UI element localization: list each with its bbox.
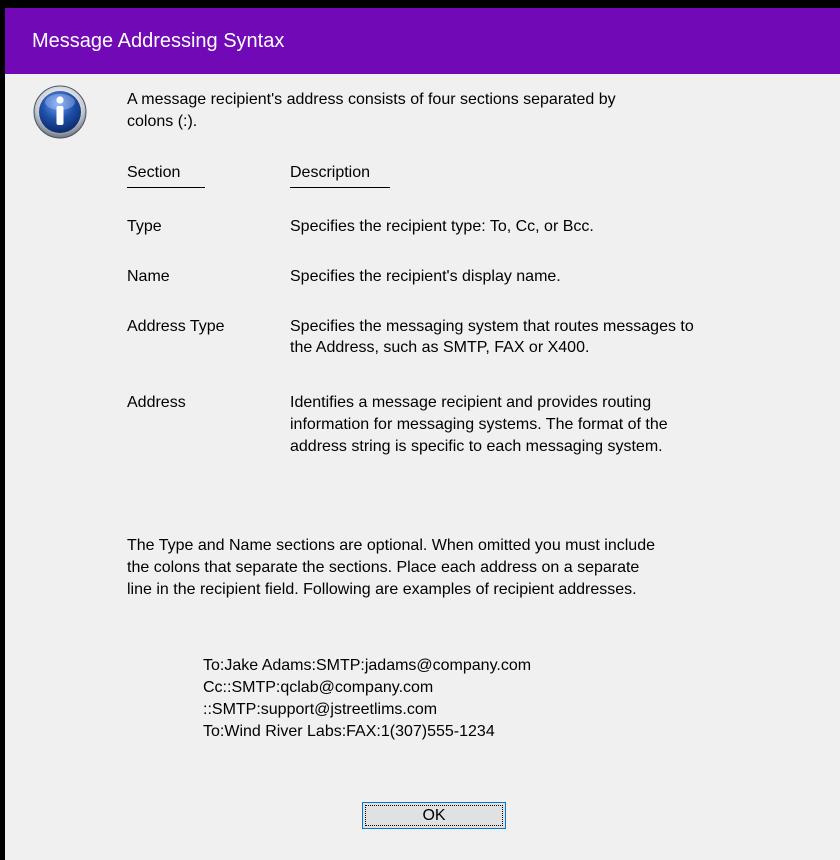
title-bar[interactable]: Message Addressing Syntax — [5, 8, 840, 74]
row-address-type-description-line-1: Specifies the messaging system that rout… — [290, 318, 694, 335]
ok-button[interactable]: OK — [362, 802, 506, 829]
row-address-type-section: Address Type — [127, 318, 225, 335]
intro-line-1: A message recipient's address consists o… — [127, 91, 616, 108]
dialog-client-area: A message recipient's address consists o… — [5, 74, 840, 860]
window-top-border — [0, 0, 840, 8]
row-address-section: Address — [127, 394, 186, 411]
window-title: Message Addressing Syntax — [32, 30, 285, 52]
row-address-type-description-line-2: the Address, such as SMTP, FAX or X400. — [290, 339, 590, 356]
note-line-1: The Type and Name sections are optional.… — [127, 537, 655, 554]
row-type-section: Type — [127, 218, 162, 235]
example-address-4: To:Wind River Labs:FAX:1(307)555-1234 — [203, 723, 495, 740]
intro-line-2: colons (:). — [127, 113, 198, 130]
header-description: Description — [290, 162, 390, 188]
info-icon — [33, 85, 87, 139]
note-line-3: line in the recipient field. Following a… — [127, 581, 637, 598]
row-address-description-line-3: address string is specific to each messa… — [290, 438, 663, 455]
row-name-description: Specifies the recipient's display name. — [290, 268, 561, 285]
example-address-3: ::SMTP:support@jstreetlims.com — [203, 701, 438, 718]
row-address-description-line-2: information for messaging systems. The f… — [290, 416, 668, 433]
note-line-2: the colons that separate the sections. P… — [127, 559, 640, 576]
row-address-description-line-1: Identifies a message recipient and provi… — [290, 394, 652, 411]
row-name-section: Name — [127, 268, 170, 285]
message-addressing-dialog: Message Addressing Syntax A message reci… — [0, 0, 840, 860]
row-type-description: Specifies the recipient type: To, Cc, or… — [290, 218, 594, 235]
example-address-1: To:Jake Adams:SMTP:jadams@company.com — [203, 657, 532, 674]
header-section: Section — [127, 162, 205, 188]
example-address-2: Cc::SMTP:qclab@company.com — [203, 679, 434, 696]
